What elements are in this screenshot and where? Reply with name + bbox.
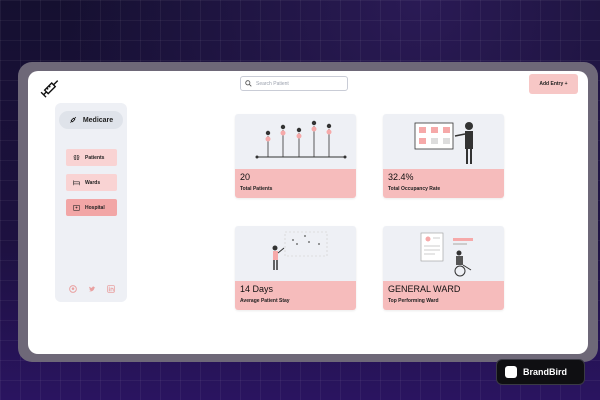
card-value: 20 — [240, 172, 251, 182]
occupancy-illustration — [383, 114, 504, 169]
card-value: 14 Days — [240, 284, 274, 294]
sidebar-item-label: Patients — [85, 154, 105, 161]
sidebar-brand[interactable]: Medicare — [59, 111, 123, 129]
brain-icon — [73, 155, 80, 161]
bed-icon — [73, 180, 80, 186]
ward-illustration — [383, 226, 504, 281]
card-info: 32.4% Total Occupancy Rate — [383, 169, 504, 198]
sidebar-item-hospital[interactable]: Hospital — [66, 199, 117, 216]
search-icon — [245, 80, 252, 87]
sidebar: Medicare Patients Wards Hospital — [55, 103, 127, 302]
brandbird-logo-icon — [505, 366, 517, 378]
syringe-logo-icon[interactable] — [40, 77, 62, 99]
card-info: GENERAL WARD Top Performing Ward — [383, 281, 504, 310]
card-value: GENERAL WARD — [388, 284, 461, 294]
stat-card-average-stay[interactable]: 14 Days Average Patient Stay — [235, 226, 356, 310]
card-label: Total Patients — [240, 186, 273, 192]
card-label: Top Performing Ward — [388, 298, 439, 304]
sidebar-item-label: Wards — [85, 179, 101, 186]
brandbird-watermark: BrandBird — [496, 359, 585, 385]
card-info: 14 Days Average Patient Stay — [235, 281, 356, 310]
watermark-label: BrandBird — [523, 367, 568, 377]
search-input[interactable] — [256, 80, 336, 87]
app-window: Add Entry + Medicare Patients — [28, 71, 588, 354]
stay-illustration — [235, 226, 356, 281]
card-info: 20 Total Patients — [235, 169, 356, 198]
stat-card-occupancy-rate[interactable]: 32.4% Total Occupancy Rate — [383, 114, 504, 198]
add-entry-button[interactable]: Add Entry + — [529, 74, 578, 94]
syringe-icon — [69, 116, 76, 123]
sidebar-item-label: Hospital — [85, 204, 105, 211]
sidebar-item-patients[interactable]: Patients — [66, 149, 117, 166]
card-value: 32.4% — [388, 172, 414, 182]
hospital-icon — [73, 205, 80, 211]
social-links — [69, 285, 115, 293]
linkedin-icon[interactable] — [107, 285, 115, 293]
patients-illustration — [235, 114, 356, 169]
sidebar-item-wards[interactable]: Wards — [66, 174, 117, 191]
github-icon[interactable] — [69, 285, 77, 293]
card-label: Total Occupancy Rate — [388, 186, 441, 192]
card-label: Average Patient Stay — [240, 298, 290, 304]
stat-card-total-patients[interactable]: 20 Total Patients — [235, 114, 356, 198]
search-bar[interactable] — [240, 76, 348, 91]
stat-card-top-ward[interactable]: GENERAL WARD Top Performing Ward — [383, 226, 504, 310]
brand-name: Medicare — [82, 116, 114, 124]
twitter-icon[interactable] — [88, 285, 96, 293]
